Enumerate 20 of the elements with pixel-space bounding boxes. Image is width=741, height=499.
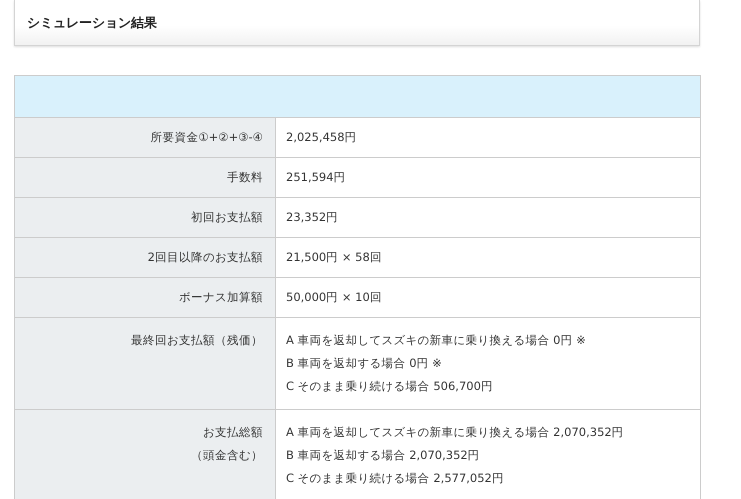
row-label: 手数料 (226, 169, 263, 186)
row-value: A 車両を返却してスズキの新車に乗り換える場合 0円 ※ (286, 332, 587, 349)
row-value: B 車両を返却する場合 0円 ※ (286, 355, 443, 372)
row-value: 23,352円 (286, 209, 340, 226)
row-label: ボーナス加算額 (178, 289, 263, 306)
row-value: C そのまま乗り続ける場合 506,700円 (286, 378, 494, 395)
row-value: A 車両を返却してスズキの新車に乗り換える場合 2,070,352円 (286, 424, 625, 441)
row-value: 2,025,458円 (286, 129, 358, 146)
section-title: シミュレーション結果 (27, 14, 157, 32)
row-label: 所要資金①+②+③-④ (149, 129, 263, 146)
row-value: 21,500円 × 58回 (286, 249, 383, 266)
row-label: 初回お支払額 (190, 209, 263, 226)
row-value: 50,000円 × 10回 (286, 289, 383, 306)
row-label: （頭金含む） (190, 447, 263, 464)
row-value: B 車両を返却する場合 2,070,352円 (286, 447, 481, 464)
row-label: 2回目以降のお支払額 (146, 249, 263, 266)
row-label: 最終回お支払額（残価） (130, 332, 263, 349)
row-label: お支払総額 (202, 424, 263, 441)
row-value: 251,594円 (286, 169, 347, 186)
row-value: C そのまま乗り続ける場合 2,577,052円 (286, 470, 505, 487)
